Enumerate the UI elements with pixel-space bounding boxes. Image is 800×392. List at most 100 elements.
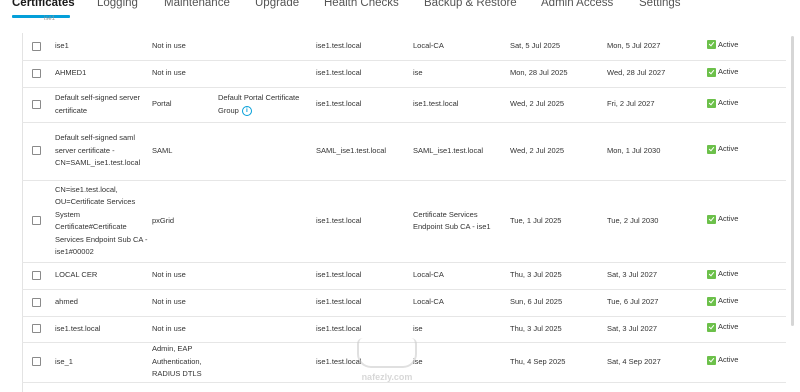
cert-issued-by: ise [413,60,510,88]
cert-portal-group [218,180,316,263]
cert-portal-group [218,262,316,290]
row-checkbox[interactable] [32,99,41,109]
cert-used-by-text: Not in use [152,323,186,333]
cert-used-by: Not in use [152,262,218,290]
row-select-cell [22,262,55,290]
row-checkbox[interactable] [32,324,41,334]
tab-maintenance[interactable]: Maintenance [164,0,230,9]
cert-used-by-text: Portal [152,99,172,109]
admin-tab-bar: Certificates Logging Maintenance Upgrade… [0,0,800,24]
certificate-row[interactable]: Default self-signed server certificate Po… [22,87,786,123]
cert-issued-to: ise1.test.local [316,60,413,88]
cert-expiration-date: Sat, 4 Sep 2027 [607,342,707,383]
cert-expiration-date-text: Wed, 28 Jul 2027 [607,68,666,78]
cert-valid-from: Tue, 1 Jul 2025 [510,180,607,263]
row-checkbox[interactable] [32,146,41,156]
tab-admin-access[interactable]: Admin Access [541,0,613,9]
cert-status: Active [707,316,786,343]
check-square-icon [707,323,716,333]
watermark-text: nafezly.com [361,372,413,382]
status-badge: Active [707,143,738,156]
cert-valid-from: Thu, 3 Jul 2025 [510,316,607,343]
status-text: Active [718,355,739,365]
cert-issued-to: ise1.test.local [316,262,413,290]
cert-used-by-text: pxGrid [152,215,175,225]
cert-issued-by-text: Certificate Services Endpoint Sub CA - i… [413,209,491,232]
cert-expiration-date-text: Sat, 3 Jul 2027 [607,270,658,280]
row-checkbox[interactable] [32,297,41,307]
cert-expiration-date-text: Tue, 6 Jul 2027 [607,297,659,307]
cert-portal-group [218,60,316,88]
cert-issued-by: Local-CA [413,262,510,290]
status-text: Active [718,268,739,278]
certificate-row[interactable]: LOCAL CER Not in use ise1.test.local Local-… [22,262,786,290]
cert-issued-to-text: SAML_ise1.test.local [316,145,387,155]
cert-expiration-date: Sat, 3 Jul 2027 [607,262,707,290]
cert-friendly-name: LOCAL CER [55,262,152,290]
tab-settings[interactable]: Settings [639,0,681,9]
check-square-icon [707,296,716,306]
cert-friendly-name: ise1.test.local [55,316,152,343]
cert-issued-to: ise1.test.local [316,180,413,263]
cert-friendly-name-text: CN=ise1.test.local, OU=Certificate Servi… [55,184,148,257]
certificate-row[interactable]: AHMED1 Not in use ise1.test.local ise Mon, 2… [22,60,786,88]
cert-portal-group [218,316,316,343]
cert-portal-group-text: Default Portal Certificate Group [218,93,300,115]
cert-friendly-name-text: LOCAL CER [55,270,98,280]
certificate-row[interactable]: ise1 Not in use ise1.test.local Local-CA Sat… [22,33,786,61]
cert-expiration-date: Mon, 5 Jul 2027 [607,33,707,61]
cert-used-by: Admin, EAP Authentication, RADIUS DTLS [152,342,218,383]
cert-friendly-name-text: ise1 [55,41,69,50]
cert-valid-from-text: Wed, 2 Jul 2025 [510,99,565,109]
row-checkbox[interactable] [32,357,41,367]
cert-issued-by-text: Local-CA [413,270,444,280]
status-text: Active [718,39,739,49]
cert-expiration-date: Wed, 28 Jul 2027 [607,60,707,88]
status-badge: Active [707,268,738,281]
cert-issued-by: Certificate Services Endpoint Sub CA - i… [413,180,510,263]
status-badge: Active [707,321,738,334]
tab-health-checks[interactable]: Health Checks [324,0,399,9]
row-select-cell [22,60,55,88]
check-square-icon [707,67,716,77]
cert-valid-from: Mon, 28 Jul 2025 [510,60,607,88]
status-badge: Active [707,66,738,79]
cert-valid-from: Wed, 2 Jul 2025 [510,87,607,123]
tab-certificates[interactable]: Certificates [12,0,75,9]
cert-used-by-text: Not in use [152,41,186,50]
cert-valid-from-text: Tue, 1 Jul 2025 [510,215,562,225]
cert-issued-to: ise1.test.local [316,289,413,317]
cert-issued-by: SAML_ise1.test.local [413,122,510,181]
cert-status: Active [707,262,786,290]
certificate-row[interactable]: CN=ise1.test.local, OU=Certificate Servi… [22,180,786,263]
status-text: Active [718,322,739,332]
row-checkbox[interactable] [32,41,41,51]
row-select-cell [22,289,55,317]
info-circle-icon[interactable]: i [241,105,252,116]
cert-issued-by-text: SAML_ise1.test.local [413,145,484,155]
cert-expiration-date-text: Sat, 3 Jul 2027 [607,323,658,333]
cert-friendly-name: CN=ise1.test.local, OU=Certificate Servi… [55,180,152,263]
cert-issued-by: ise [413,342,510,383]
certificate-row[interactable]: Default self-signed saml server certific… [22,122,786,181]
row-checkbox[interactable] [32,216,41,226]
vertical-scrollbar[interactable] [791,36,794,326]
tab-upgrade[interactable]: Upgrade [255,0,299,9]
tab-logging[interactable]: Logging [97,0,138,9]
row-checkbox[interactable] [32,270,41,280]
row-select-cell [22,342,55,383]
cert-valid-from: Thu, 3 Jul 2025 [510,262,607,290]
cert-used-by: pxGrid [152,180,218,263]
certificate-row[interactable]: ahmed Not in use ise1.test.local Local-CA Su… [22,289,786,317]
cert-friendly-name: Default self-signed saml server certific… [55,122,152,181]
check-square-icon [707,269,716,279]
tab-backup-restore[interactable]: Backup & Restore [424,0,517,9]
status-badge: Active [707,295,738,308]
cert-issued-by-text: Local-CA [413,297,444,307]
cert-valid-from-text: Thu, 4 Sep 2025 [510,356,566,366]
cert-valid-from-text: Sun, 6 Jul 2025 [510,297,563,307]
cert-valid-from-text: Wed, 2 Jul 2025 [510,145,565,155]
cert-used-by-text: Admin, EAP Authentication, RADIUS DTLS [152,344,202,379]
row-checkbox[interactable] [32,68,41,78]
status-text: Active [718,97,739,107]
